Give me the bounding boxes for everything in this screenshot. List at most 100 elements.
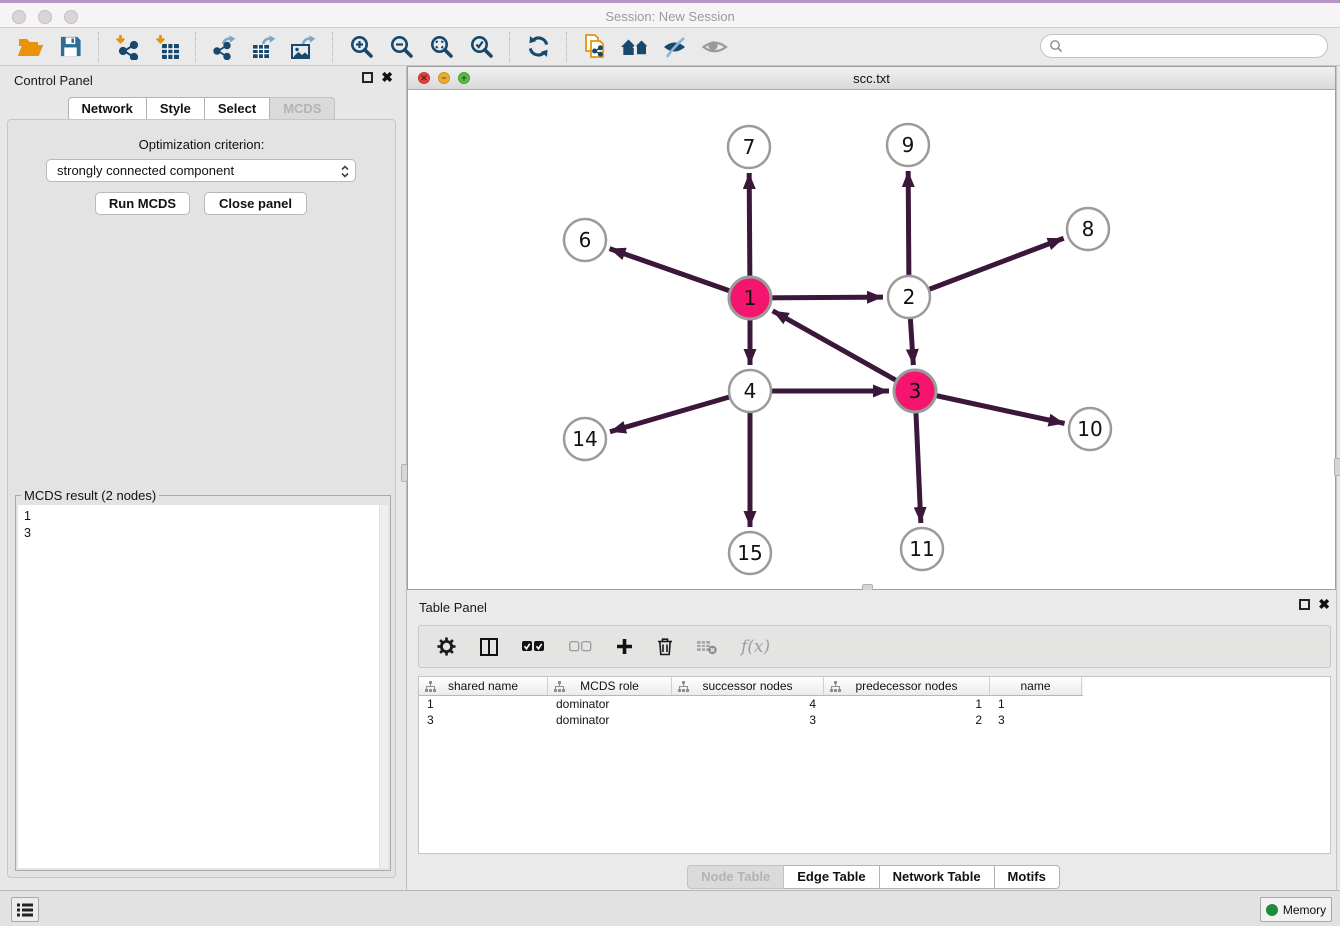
toolbar-separator bbox=[566, 32, 567, 62]
import-network-button[interactable] bbox=[107, 31, 147, 63]
graph-node-label: 8 bbox=[1082, 217, 1095, 241]
tab-mcds[interactable]: MCDS bbox=[270, 97, 335, 121]
zoom-out-icon bbox=[389, 34, 414, 59]
import-table-icon bbox=[154, 34, 180, 60]
close-panel-icon[interactable]: ✖ bbox=[381, 72, 393, 83]
eye-slash-icon bbox=[661, 35, 689, 59]
column-tree-icon bbox=[830, 681, 841, 695]
graph-edge-3-1[interactable] bbox=[773, 311, 915, 391]
zoom-in-button[interactable] bbox=[341, 31, 381, 63]
first-neighbors-button[interactable] bbox=[615, 31, 655, 63]
status-bar: Memory bbox=[0, 890, 1340, 926]
network-window: ✕ − + scc.txt 7968124314101511 bbox=[407, 66, 1336, 590]
column-label: MCDS role bbox=[580, 679, 639, 693]
tab-select[interactable]: Select bbox=[205, 97, 270, 121]
control-panel: Control Panel ✖ NetworkStyleSelectMCDS O… bbox=[0, 66, 403, 890]
graph-node-label: 10 bbox=[1077, 417, 1102, 441]
refresh-layout-button[interactable] bbox=[518, 31, 558, 63]
export-table-button[interactable] bbox=[244, 31, 284, 63]
graph-edge-3-10[interactable] bbox=[915, 391, 1065, 423]
memory-label: Memory bbox=[1283, 903, 1326, 917]
refresh-icon bbox=[526, 34, 551, 59]
graph-node-label: 2 bbox=[903, 285, 916, 309]
deselect-all-rows-button[interactable] bbox=[569, 641, 592, 652]
tab-motifs[interactable]: Motifs bbox=[995, 865, 1060, 889]
delete-table-button[interactable] bbox=[697, 639, 717, 655]
export-image-icon bbox=[291, 34, 317, 60]
tab-node-table[interactable]: Node Table bbox=[687, 865, 784, 889]
mcds-result-area: 13 bbox=[18, 505, 388, 868]
table-cell: dominator bbox=[548, 696, 672, 712]
tab-network[interactable]: Network bbox=[68, 97, 147, 121]
column-header-successor-nodes[interactable]: successor nodes bbox=[672, 677, 824, 695]
mcds-panel: Optimization criterion: strongly connect… bbox=[7, 119, 396, 878]
export-network-icon bbox=[211, 34, 237, 60]
open-session-button[interactable] bbox=[10, 31, 50, 63]
tab-style[interactable]: Style bbox=[147, 97, 205, 121]
splitter-grip[interactable] bbox=[1334, 458, 1340, 476]
table-cell: 1 bbox=[419, 696, 548, 712]
column-header-name[interactable]: name bbox=[990, 677, 1082, 695]
table-toolbar: f(x) bbox=[418, 625, 1331, 668]
zoom-selected-button[interactable] bbox=[461, 31, 501, 63]
column-header-predecessor-nodes[interactable]: predecessor nodes bbox=[824, 677, 990, 695]
run-mcds-button[interactable]: Run MCDS bbox=[95, 192, 190, 215]
add-column-button[interactable] bbox=[616, 638, 633, 655]
float-table-panel-icon[interactable] bbox=[1299, 599, 1310, 610]
clone-network-icon bbox=[582, 33, 608, 60]
export-image-button[interactable] bbox=[284, 31, 324, 63]
window-titlebar: Session: New Session bbox=[0, 0, 1340, 28]
trash-icon bbox=[657, 637, 673, 656]
function-builder-button[interactable]: f(x) bbox=[741, 637, 770, 657]
float-panel-icon[interactable] bbox=[362, 72, 373, 83]
zoom-fit-button[interactable] bbox=[421, 31, 461, 63]
table-cell: 1 bbox=[990, 696, 1082, 712]
result-scrollbar[interactable] bbox=[379, 505, 388, 868]
graph-node-label: 14 bbox=[572, 427, 597, 451]
memory-button[interactable]: Memory bbox=[1260, 897, 1332, 922]
table-cell: 3 bbox=[990, 712, 1082, 728]
export-network-button[interactable] bbox=[204, 31, 244, 63]
table-row[interactable]: 1dominator411 bbox=[419, 696, 1330, 712]
table-cell: 4 bbox=[672, 696, 824, 712]
column-header-mcds-role[interactable]: MCDS role bbox=[548, 677, 672, 695]
close-panel-button[interactable]: Close panel bbox=[204, 192, 307, 215]
export-table-icon bbox=[251, 34, 277, 60]
close-table-panel-icon[interactable]: ✖ bbox=[1318, 599, 1330, 610]
column-tree-icon bbox=[554, 681, 565, 695]
criterion-dropdown[interactable]: strongly connected component bbox=[46, 159, 356, 182]
zoom-out-button[interactable] bbox=[381, 31, 421, 63]
result-line: 1 bbox=[24, 508, 388, 525]
control-panel-tabs: NetworkStyleSelectMCDS bbox=[0, 97, 403, 121]
right-splitter[interactable] bbox=[1336, 66, 1340, 890]
column-layout-button[interactable] bbox=[480, 638, 498, 656]
table-cell: 3 bbox=[419, 712, 548, 728]
mcds-result-text: 13 bbox=[18, 505, 388, 542]
network-canvas[interactable]: 7968124314101511 bbox=[408, 90, 1335, 589]
fx-icon: f(x) bbox=[741, 637, 770, 657]
toolbar-separator bbox=[98, 32, 99, 62]
column-label: shared name bbox=[448, 679, 518, 693]
delete-column-button[interactable] bbox=[657, 637, 673, 656]
save-session-button[interactable] bbox=[50, 31, 90, 63]
graph-svg[interactable]: 7968124314101511 bbox=[408, 90, 1335, 589]
task-history-button[interactable] bbox=[11, 897, 39, 922]
graph-node-label: 7 bbox=[743, 135, 756, 159]
search-input[interactable] bbox=[1067, 36, 1327, 56]
search-field bbox=[1040, 34, 1328, 58]
table-settings-button[interactable] bbox=[437, 637, 456, 656]
hide-selected-button[interactable] bbox=[655, 31, 695, 63]
import-table-button[interactable] bbox=[147, 31, 187, 63]
column-header-shared-name[interactable]: shared name bbox=[419, 677, 548, 695]
graph-node-label: 3 bbox=[909, 379, 922, 403]
select-all-rows-button[interactable] bbox=[522, 641, 545, 652]
graph-node-label: 15 bbox=[737, 541, 762, 565]
table-row[interactable]: 3dominator323 bbox=[419, 712, 1330, 728]
tab-edge-table[interactable]: Edge Table bbox=[784, 865, 879, 889]
show-all-button[interactable] bbox=[695, 31, 735, 63]
column-label: successor nodes bbox=[702, 679, 792, 693]
clone-network-button[interactable] bbox=[575, 31, 615, 63]
tab-network-table[interactable]: Network Table bbox=[880, 865, 995, 889]
column-tree-icon bbox=[678, 681, 689, 695]
graph-edge-2-8[interactable] bbox=[909, 238, 1064, 297]
